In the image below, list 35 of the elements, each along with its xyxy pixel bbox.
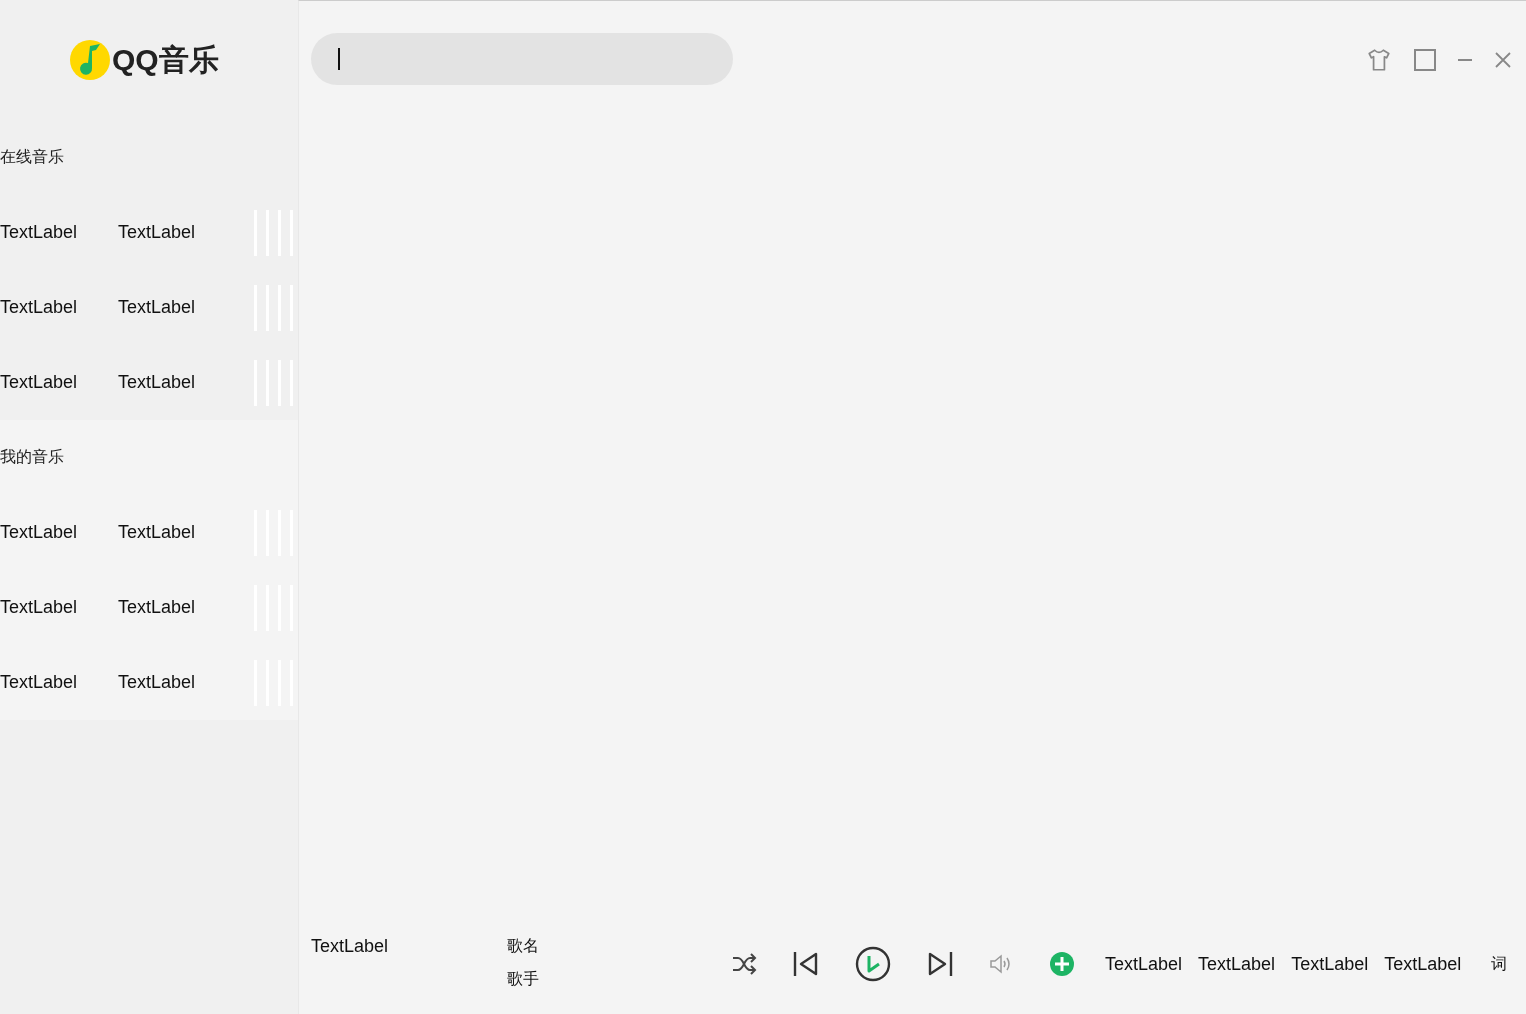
singer-name: 歌手	[507, 969, 540, 990]
previous-icon[interactable]	[793, 951, 819, 977]
sidebar-item-label: TextLabel	[118, 297, 197, 318]
lyrics-button[interactable]: 词	[1491, 932, 1508, 996]
sidebar-item-label: TextLabel	[118, 597, 197, 618]
shuffle-icon[interactable]	[731, 953, 757, 975]
app-logo-text: QQ音乐	[112, 41, 219, 78]
song-name: 歌名	[507, 936, 540, 957]
volume-icon[interactable]	[989, 953, 1013, 975]
sidebar-item-label[interactable]: TextLabel	[0, 222, 118, 243]
minimize-icon[interactable]	[1458, 58, 1472, 62]
play-icon[interactable]	[855, 946, 891, 982]
sidebar-item-label: TextLabel	[118, 372, 197, 393]
search-field[interactable]	[311, 33, 733, 85]
track-label: TextLabel	[311, 935, 390, 957]
sidebar-item-label: TextLabel	[118, 222, 197, 243]
next-icon[interactable]	[927, 951, 953, 977]
sidebar-item-label[interactable]: TextLabel	[0, 597, 118, 618]
section-title: 在线音乐	[0, 146, 65, 168]
sidebar-item-label: TextLabel	[118, 672, 197, 693]
sidebar-item-label[interactable]: TextLabel	[0, 372, 118, 393]
sidebar-item-label[interactable]: TextLabel	[0, 522, 118, 543]
close-icon[interactable]	[1494, 51, 1512, 69]
add-icon[interactable]	[1049, 951, 1075, 977]
player-label: TextLabel	[1384, 953, 1462, 975]
music-note-logo-icon	[70, 40, 110, 80]
player-label: TextLabel	[1105, 953, 1183, 975]
sidebar-item-label[interactable]: TextLabel	[0, 297, 118, 318]
sidebar-item-label[interactable]: TextLabel	[0, 672, 118, 693]
shirt-icon[interactable]	[1366, 47, 1392, 73]
player-label: TextLabel	[1198, 953, 1276, 975]
player-label: TextLabel	[1291, 953, 1369, 975]
sidebar-item-label: TextLabel	[118, 522, 197, 543]
section-title: 我的音乐	[0, 446, 65, 468]
maximize-icon[interactable]	[1414, 49, 1436, 71]
